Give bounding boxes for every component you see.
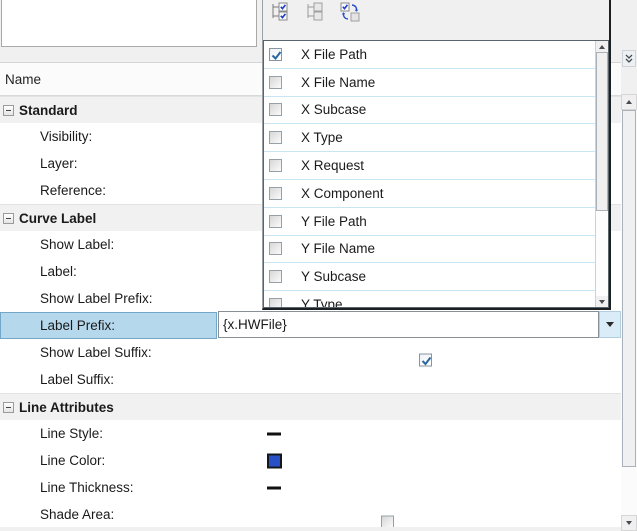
line-sample-swatch[interactable]	[267, 432, 281, 435]
top-preview-box	[1, 0, 257, 47]
grid-bottom-band	[0, 527, 621, 531]
property-label: Shade Area:	[40, 507, 114, 522]
property-label: Label:	[40, 264, 77, 279]
grid-section-row[interactable]: Line Attributes	[0, 393, 621, 420]
option-checkbox[interactable]	[269, 131, 282, 144]
column-header-label: Name	[5, 72, 41, 87]
label-prefix-dropdown-popup: X File Path X File Name X Subcase X Type X R…	[262, 0, 611, 310]
property-label: Line Style:	[40, 426, 103, 441]
grid-property-row[interactable]: Shade Area:	[0, 501, 621, 528]
popup-option-row[interactable]: X File Path	[264, 41, 597, 69]
popup-option-row[interactable]: Y Subcase	[264, 263, 597, 291]
combobox-dropdown-button[interactable]	[599, 311, 621, 338]
panel-scroll-up-button[interactable]	[621, 94, 637, 110]
section-label: Standard	[19, 103, 78, 118]
arrow-up-icon	[599, 45, 605, 49]
collapse-minus-icon[interactable]	[3, 402, 14, 413]
collapse-panel-button[interactable]	[622, 50, 636, 67]
property-label: Line Thickness:	[40, 480, 134, 495]
option-checkbox[interactable]	[269, 159, 282, 172]
property-label: Layer:	[40, 156, 78, 171]
popup-toolbar	[263, 0, 609, 40]
section-label: Line Attributes	[19, 400, 114, 415]
option-checkbox[interactable]	[269, 103, 282, 116]
property-label: Visibility:	[40, 129, 92, 144]
property-label: Label Suffix:	[40, 372, 114, 387]
panel-scrollbar-column	[621, 0, 637, 531]
combobox-value: {x.HWFile}	[223, 317, 287, 332]
option-label: Y Type	[301, 297, 343, 308]
popup-option-row[interactable]: X Request	[264, 152, 597, 180]
property-label: Label Prefix:	[40, 318, 115, 333]
grid-property-row[interactable]: Line Style:	[0, 420, 621, 447]
collapse-minus-icon[interactable]	[3, 105, 14, 116]
arrow-down-icon	[626, 521, 632, 525]
option-label: X File Path	[301, 47, 367, 62]
arrow-up-icon	[626, 100, 632, 104]
option-label: X Component	[301, 186, 384, 201]
property-label: Show Label:	[40, 237, 114, 252]
double-chevron-down-icon	[624, 54, 634, 64]
grid-property-row[interactable]: Show Label Suffix:	[0, 339, 621, 366]
option-label: X Subcase	[301, 102, 366, 117]
property-label: Line Color:	[40, 453, 105, 468]
popup-option-rows: X File Path X File Name X Subcase X Type X R…	[264, 41, 597, 308]
option-label: X File Name	[301, 75, 375, 90]
panel-scroll-down-button[interactable]	[621, 515, 637, 531]
popup-option-row[interactable]: X Subcase	[264, 97, 597, 125]
grid-property-row[interactable]: Line Thickness:	[0, 474, 621, 501]
popup-scroll-up-button[interactable]	[596, 41, 608, 52]
option-label: Y Subcase	[301, 269, 366, 284]
popup-option-row[interactable]: Y File Name	[264, 236, 597, 264]
grid-property-row[interactable]: Label Suffix:	[0, 366, 621, 393]
popup-option-row[interactable]: X Component	[264, 180, 597, 208]
option-label: Y File Path	[301, 214, 367, 229]
popup-scroll-thumb[interactable]	[596, 52, 608, 211]
popup-option-row[interactable]: Y File Path	[264, 208, 597, 236]
section-label: Curve Label	[19, 211, 96, 226]
value-checkbox[interactable]	[419, 353, 432, 366]
check-all-icon	[270, 2, 290, 27]
option-label: X Type	[301, 130, 343, 145]
line-sample-swatch[interactable]	[267, 486, 281, 489]
invert-checks-icon	[340, 2, 360, 27]
option-checkbox[interactable]	[269, 270, 282, 283]
curve-properties-panel: Name Standard Visibility: Layer: Reference:…	[0, 0, 637, 531]
check-all-button[interactable]	[269, 3, 291, 25]
option-label: X Request	[301, 158, 364, 173]
property-label: Reference:	[40, 183, 106, 198]
option-checkbox[interactable]	[269, 48, 282, 61]
grid-property-row[interactable]: Line Color:	[0, 447, 621, 474]
chevron-down-icon	[606, 322, 614, 327]
popup-option-row[interactable]: X Type	[264, 124, 597, 152]
line-color-swatch[interactable]	[267, 453, 282, 468]
option-checkbox[interactable]	[269, 298, 282, 308]
option-checkbox[interactable]	[269, 76, 282, 89]
popup-scrollbar[interactable]	[595, 41, 608, 307]
option-label: Y File Name	[301, 241, 375, 256]
arrow-down-icon	[599, 300, 605, 304]
option-checkbox[interactable]	[269, 215, 282, 228]
property-label: Show Label Prefix:	[40, 291, 153, 306]
option-checkbox[interactable]	[269, 187, 282, 200]
invert-checks-button[interactable]	[339, 3, 361, 25]
popup-scroll-down-button[interactable]	[596, 296, 608, 307]
popup-option-row[interactable]: Y Type	[264, 291, 597, 308]
combobox-text-field[interactable]: {x.HWFile}	[218, 311, 599, 338]
popup-option-list: X File Path X File Name X Subcase X Type X R…	[263, 40, 609, 308]
popup-option-row[interactable]: X File Name	[264, 69, 597, 97]
property-label: Show Label Suffix:	[40, 345, 152, 360]
uncheck-all-icon	[305, 2, 325, 27]
collapse-minus-icon[interactable]	[3, 213, 14, 224]
uncheck-all-button[interactable]	[304, 3, 326, 25]
panel-scroll-thumb[interactable]	[622, 110, 636, 467]
option-checkbox[interactable]	[269, 242, 282, 255]
